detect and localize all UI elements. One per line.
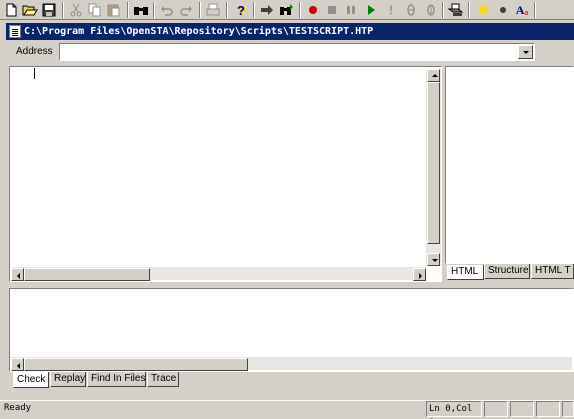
- cursor-position: Ln 0,Col 0: [426, 401, 482, 419]
- redo-icon[interactable]: [177, 1, 195, 19]
- address-combo[interactable]: [59, 43, 535, 61]
- editor-hscroll-thumb[interactable]: [24, 268, 150, 281]
- undo-icon[interactable]: [158, 1, 176, 19]
- status-panel-empty-4: [562, 401, 574, 417]
- html-structure-pane[interactable]: [445, 66, 574, 264]
- toolbar-separator: [226, 2, 228, 18]
- toolbar-separator: [299, 2, 301, 18]
- editor-vscroll-thumb[interactable]: [427, 82, 440, 244]
- toolbar-separator: [468, 2, 470, 18]
- tab-structure[interactable]: Structure: [484, 264, 530, 279]
- tab-trace[interactable]: Trace: [147, 372, 179, 387]
- paste-icon[interactable]: [105, 1, 123, 19]
- copy-icon[interactable]: [86, 1, 104, 19]
- print-icon[interactable]: [204, 1, 222, 19]
- status-panel-empty-2: [510, 401, 534, 417]
- toolbar-separator: [199, 2, 201, 18]
- tab-html-tree[interactable]: HTML T: [531, 264, 574, 279]
- play-icon[interactable]: [362, 1, 380, 19]
- exclamation-icon[interactable]: !: [382, 1, 400, 19]
- find-next-icon[interactable]: [277, 1, 295, 19]
- arrow-right-icon: [419, 273, 422, 279]
- document-title: C:\Program Files\OpenSTA\Repository\Scri…: [24, 26, 374, 37]
- text-cursor: [34, 68, 35, 79]
- arrow-left-icon: [17, 273, 20, 279]
- editor-scroll-down-button[interactable]: [427, 253, 440, 266]
- address-input[interactable]: [60, 44, 515, 59]
- document-title-bar[interactable]: C:\Program Files\OpenSTA\Repository\Scri…: [6, 23, 574, 40]
- step-into-icon[interactable]: [402, 1, 420, 19]
- toolbar-separator: [442, 2, 444, 18]
- tab-check[interactable]: Check: [13, 372, 49, 388]
- find-icon[interactable]: [132, 1, 150, 19]
- open-folder-icon[interactable]: [21, 1, 39, 19]
- status-panel-empty-1: [484, 401, 508, 417]
- status-panel-empty-3: [536, 401, 560, 417]
- output-tab-strip: Check Replay Find In Files Trace: [9, 372, 574, 389]
- cut-icon[interactable]: [67, 1, 85, 19]
- toolbar-separator: [62, 2, 64, 18]
- script-editor[interactable]: [9, 66, 442, 282]
- arrow-up-icon: [432, 74, 438, 77]
- arrow-left-icon: [17, 363, 20, 369]
- record-icon[interactable]: [304, 1, 322, 19]
- output-hscroll-thumb[interactable]: [24, 358, 248, 371]
- tab-find-in-files[interactable]: Find In Files: [87, 372, 146, 387]
- right-tab-strip: HTML Structure HTML T: [445, 264, 574, 282]
- save-icon[interactable]: [40, 1, 58, 19]
- new-file-icon[interactable]: [2, 1, 20, 19]
- help-icon[interactable]: ?: [232, 1, 250, 19]
- toolbar-separator: [253, 2, 255, 18]
- editor-scroll-left-button[interactable]: [11, 268, 24, 281]
- document-icon: [9, 25, 21, 38]
- pause-icon[interactable]: [342, 1, 360, 19]
- main-toolbar: ? ! Aa: [0, 0, 574, 20]
- address-label: Address: [16, 46, 53, 57]
- tab-replay[interactable]: Replay: [50, 372, 86, 387]
- toolbar-separator: [534, 2, 536, 18]
- editor-scroll-right-button[interactable]: [413, 268, 426, 281]
- tab-html[interactable]: HTML: [447, 265, 484, 280]
- compile-icon[interactable]: [447, 1, 465, 19]
- editor-scroll-up-button[interactable]: [427, 69, 440, 82]
- address-dropdown-button[interactable]: [518, 45, 533, 59]
- output-pane[interactable]: [9, 288, 574, 372]
- output-scroll-left-button[interactable]: [11, 358, 24, 371]
- goto-icon[interactable]: [258, 1, 276, 19]
- font-icon[interactable]: Aa: [513, 1, 531, 19]
- stop-icon[interactable]: [323, 1, 341, 19]
- toolbar-separator: [153, 2, 155, 18]
- bullet-icon[interactable]: [494, 1, 512, 19]
- highlight-icon[interactable]: [474, 1, 492, 19]
- toolbar-separator: [127, 2, 129, 18]
- step-over-icon[interactable]: [422, 1, 440, 19]
- status-text: Ready: [4, 403, 32, 413]
- arrow-down-icon: [432, 259, 438, 262]
- chevron-down-icon: [523, 51, 529, 54]
